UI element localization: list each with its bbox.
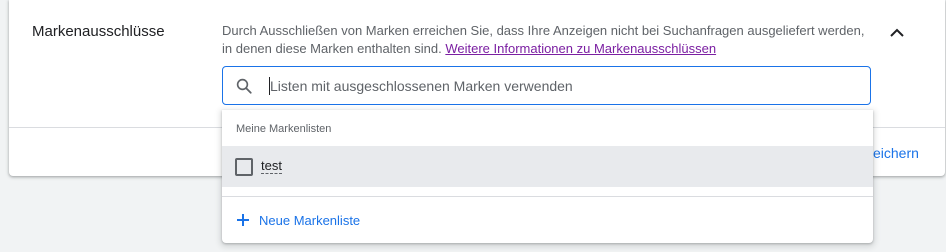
list-item[interactable]: test [222,146,873,187]
list-item-label: test [261,158,282,174]
section-description: Durch Ausschließen von Marken erreichen … [222,22,877,58]
save-button[interactable]: eichern [873,145,919,161]
brand-list-search[interactable] [222,66,871,105]
new-brand-list-label: Neue Markenliste [259,212,361,228]
chevron-up-icon [890,28,904,37]
search-input[interactable] [270,67,850,104]
dropdown-header: Meine Markenlisten [236,123,332,135]
search-icon [236,78,252,94]
new-brand-list-button[interactable]: Neue Markenliste [236,210,360,230]
checkbox[interactable] [235,158,253,176]
section-title: Markenausschlüsse [32,23,165,40]
collapse-button[interactable] [883,18,911,46]
plus-icon [237,214,249,226]
brand-list-dropdown: Meine Markenlisten test Neue Markenliste [222,110,873,243]
learn-more-link[interactable]: Weitere Informationen zu Markenausschlüs… [445,41,716,56]
dropdown-divider [222,196,873,197]
